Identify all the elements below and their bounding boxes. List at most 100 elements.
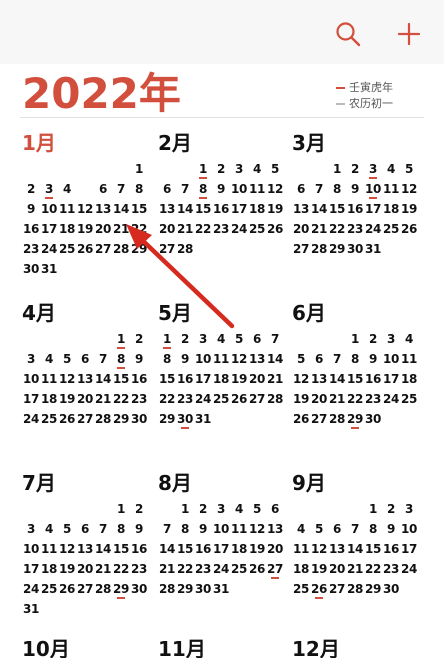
day-cell[interactable]: 28 (346, 580, 364, 600)
plus-icon[interactable] (391, 16, 427, 52)
day-cell[interactable]: 17 (230, 200, 248, 220)
day-cell[interactable]: 12 (58, 370, 76, 390)
day-cell[interactable]: 1 (176, 500, 194, 520)
day-cell[interactable]: 27 (158, 240, 176, 260)
day-cell[interactable]: 3 (40, 180, 58, 200)
day-cell[interactable]: 24 (194, 390, 212, 410)
day-cell[interactable]: 8 (112, 520, 130, 540)
day-cell[interactable]: 11 (248, 180, 266, 200)
day-cell[interactable]: 19 (292, 390, 310, 410)
day-cell[interactable]: 11 (382, 180, 400, 200)
day-cell[interactable]: 27 (266, 560, 284, 580)
day-cell[interactable]: 29 (176, 580, 194, 600)
day-cell[interactable]: 23 (364, 390, 382, 410)
day-cell[interactable]: 13 (292, 200, 310, 220)
day-cell[interactable]: 6 (310, 350, 328, 370)
day-cell[interactable]: 8 (176, 520, 194, 540)
day-cell[interactable]: 20 (310, 390, 328, 410)
day-cell[interactable]: 14 (328, 370, 346, 390)
day-cell[interactable]: 28 (266, 390, 284, 410)
day-cell[interactable]: 21 (94, 390, 112, 410)
day-cell[interactable]: 15 (194, 200, 212, 220)
day-cell[interactable]: 9 (364, 350, 382, 370)
day-cell[interactable]: 24 (40, 240, 58, 260)
day-cell[interactable]: 16 (130, 540, 148, 560)
day-cell[interactable]: 7 (94, 350, 112, 370)
day-cell[interactable]: 15 (130, 200, 148, 220)
month-2[interactable]: 2月 1 2 3 4 5 6 7 8 9 10 11 12 13 14 15 16 17 18 19 20 21 22 23 2… (158, 130, 288, 260)
day-cell[interactable]: 19 (58, 560, 76, 580)
day-cell[interactable]: 23 (130, 390, 148, 410)
day-cell[interactable]: 21 (346, 560, 364, 580)
month-5[interactable]: 5月 1 2 3 4 5 6 7 8 9 10 11 12 13 14 15 16 17 18 19 20 21 22 23 2… (158, 300, 288, 430)
day-cell[interactable]: 26 (76, 240, 94, 260)
day-cell[interactable]: 6 (292, 180, 310, 200)
day-cell[interactable]: 23 (22, 240, 40, 260)
day-cell[interactable]: 11 (292, 540, 310, 560)
day-cell[interactable]: 27 (76, 580, 94, 600)
day-cell[interactable]: 9 (194, 520, 212, 540)
day-cell[interactable]: 1 (346, 330, 364, 350)
day-cell[interactable]: 2 (212, 160, 230, 180)
day-cell[interactable]: 19 (310, 560, 328, 580)
day-cell[interactable]: 2 (382, 500, 400, 520)
day-cell[interactable]: 11 (40, 540, 58, 560)
day-cell[interactable]: 2 (364, 330, 382, 350)
day-cell[interactable]: 12 (230, 350, 248, 370)
day-cell[interactable]: 23 (212, 220, 230, 240)
day-cell[interactable]: 26 (310, 580, 328, 600)
day-cell[interactable]: 29 (346, 410, 364, 430)
day-cell[interactable]: 3 (22, 350, 40, 370)
day-cell[interactable]: 9 (22, 200, 40, 220)
day-cell[interactable]: 5 (58, 520, 76, 540)
month-7[interactable]: 7月 1 2 3 4 5 6 7 8 9 10 11 12 13 14 15 16 17 18 19 20 21 22 23 2… (22, 470, 152, 620)
day-cell[interactable]: 6 (76, 350, 94, 370)
day-cell[interactable]: 16 (176, 370, 194, 390)
day-cell[interactable]: 28 (158, 580, 176, 600)
day-cell[interactable]: 26 (58, 410, 76, 430)
day-cell[interactable]: 30 (176, 410, 194, 430)
day-cell[interactable]: 31 (22, 600, 40, 620)
day-cell[interactable]: 27 (76, 410, 94, 430)
day-cell[interactable]: 31 (40, 260, 58, 280)
day-cell[interactable]: 6 (94, 180, 112, 200)
day-cell[interactable]: 24 (364, 220, 382, 240)
day-cell[interactable]: 4 (40, 350, 58, 370)
day-cell[interactable]: 1 (364, 500, 382, 520)
day-cell[interactable]: 7 (310, 180, 328, 200)
day-cell[interactable]: 5 (266, 160, 284, 180)
day-cell[interactable]: 17 (40, 220, 58, 240)
day-cell[interactable]: 9 (382, 520, 400, 540)
day-cell[interactable]: 23 (130, 560, 148, 580)
day-cell[interactable]: 14 (310, 200, 328, 220)
day-cell[interactable]: 15 (112, 370, 130, 390)
day-cell[interactable]: 18 (292, 560, 310, 580)
day-cell[interactable]: 26 (230, 390, 248, 410)
day-cell[interactable]: 24 (212, 560, 230, 580)
day-cell[interactable]: 6 (158, 180, 176, 200)
day-cell[interactable]: 13 (76, 540, 94, 560)
day-cell[interactable]: 22 (112, 560, 130, 580)
day-cell[interactable]: 13 (328, 540, 346, 560)
day-cell[interactable]: 18 (40, 390, 58, 410)
day-cell[interactable]: 8 (194, 180, 212, 200)
day-cell[interactable]: 12 (58, 540, 76, 560)
day-cell[interactable]: 22 (346, 390, 364, 410)
day-cell[interactable]: 3 (230, 160, 248, 180)
day-cell[interactable]: 20 (76, 390, 94, 410)
day-cell[interactable]: 14 (346, 540, 364, 560)
day-cell[interactable]: 29 (328, 240, 346, 260)
day-cell[interactable]: 24 (22, 580, 40, 600)
day-cell[interactable]: 9 (130, 520, 148, 540)
search-icon[interactable] (330, 16, 366, 52)
day-cell[interactable]: 8 (112, 350, 130, 370)
day-cell[interactable]: 24 (382, 390, 400, 410)
day-cell[interactable]: 5 (400, 160, 418, 180)
day-cell[interactable]: 8 (346, 350, 364, 370)
day-cell[interactable]: 11 (400, 350, 418, 370)
day-cell[interactable]: 20 (248, 370, 266, 390)
day-cell[interactable]: 25 (212, 390, 230, 410)
day-cell[interactable]: 1 (158, 330, 176, 350)
day-cell[interactable]: 1 (328, 160, 346, 180)
day-cell[interactable]: 12 (76, 200, 94, 220)
